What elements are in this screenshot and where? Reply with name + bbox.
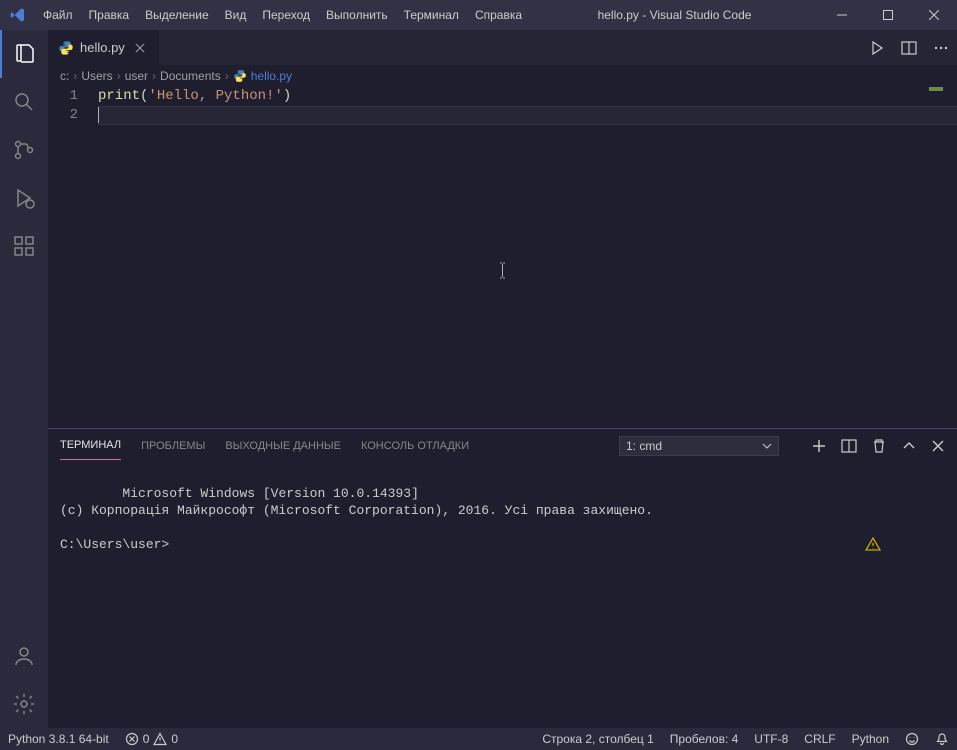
status-errors-count: 0 [143, 732, 150, 746]
run-file-icon[interactable] [869, 40, 885, 56]
status-problems[interactable]: 0 0 [117, 728, 186, 750]
menubar: Файл Правка Выделение Вид Переход Выполн… [35, 0, 530, 30]
window-title: hello.py - Visual Studio Code [530, 8, 819, 22]
vscode-logo-icon [0, 7, 35, 23]
minimap[interactable] [929, 87, 943, 91]
status-line-col[interactable]: Строка 2, столбец 1 [534, 728, 661, 750]
editor-tabs: hello.py [48, 30, 957, 65]
code-content[interactable]: print('Hello, Python!') [98, 87, 957, 428]
editor-area: hello.py c: › Users › [48, 30, 957, 728]
warning-icon[interactable] [865, 502, 943, 586]
text-cursor-icon [498, 262, 499, 279]
search-icon[interactable] [0, 78, 48, 126]
panel-tabs: ТЕРМИНАЛ ПРОБЛЕМЫ ВЫХОДНЫЕ ДАННЫЕ КОНСОЛ… [48, 429, 957, 462]
breadcrumbs[interactable]: c: › Users › user › Documents › hello.py [48, 65, 957, 87]
tab-hello-py[interactable]: hello.py [48, 30, 160, 65]
main: hello.py c: › Users › [0, 30, 957, 728]
settings-gear-icon[interactable] [0, 680, 48, 728]
editor-cursor [98, 107, 99, 123]
status-notifications-icon[interactable] [927, 728, 957, 750]
panel: ТЕРМИНАЛ ПРОБЛЕМЫ ВЫХОДНЫЕ ДАННЫЕ КОНСОЛ… [48, 428, 957, 728]
split-terminal-icon[interactable] [841, 438, 857, 454]
minimize-button[interactable] [819, 0, 865, 30]
statusbar: Python 3.8.1 64-bit 0 0 Строка 2, столбе… [0, 728, 957, 750]
terminal-selector[interactable]: 1: cmd [619, 436, 779, 456]
tab-label: hello.py [80, 40, 125, 55]
python-file-icon [58, 40, 74, 56]
more-actions-icon[interactable] [933, 40, 949, 56]
breadcrumb-part[interactable]: user [125, 69, 148, 83]
panel-tab-terminal[interactable]: ТЕРМИНАЛ [60, 431, 121, 460]
maximize-button[interactable] [865, 0, 911, 30]
menu-run[interactable]: Выполнить [318, 0, 396, 30]
breadcrumb-part[interactable]: c: [60, 69, 69, 83]
accounts-icon[interactable] [0, 632, 48, 680]
menu-file[interactable]: Файл [35, 0, 81, 30]
titlebar: Файл Правка Выделение Вид Переход Выполн… [0, 0, 957, 30]
menu-go[interactable]: Переход [254, 0, 318, 30]
activitybar [0, 30, 48, 728]
menu-selection[interactable]: Выделение [137, 0, 217, 30]
terminal-selector-label: 1: cmd [626, 439, 662, 453]
panel-tab-output[interactable]: ВЫХОДНЫЕ ДАННЫЕ [225, 432, 341, 460]
menu-view[interactable]: Вид [217, 0, 255, 30]
status-indent[interactable]: Пробелов: 4 [662, 728, 747, 750]
menu-edit[interactable]: Правка [81, 0, 138, 30]
error-icon [125, 732, 139, 746]
maximize-panel-icon[interactable] [901, 438, 917, 454]
split-editor-icon[interactable] [901, 40, 917, 56]
status-python-version[interactable]: Python 3.8.1 64-bit [0, 728, 117, 750]
chevron-right-icon: › [73, 69, 77, 83]
breadcrumb-part[interactable]: Users [81, 69, 112, 83]
extensions-icon[interactable] [0, 222, 48, 270]
status-feedback-icon[interactable] [897, 728, 927, 750]
close-button[interactable] [911, 0, 957, 30]
status-eol[interactable]: CRLF [796, 728, 843, 750]
chevron-down-icon [762, 441, 772, 451]
breadcrumb-part[interactable]: Documents [160, 69, 221, 83]
warning-icon [153, 732, 167, 746]
panel-tab-problems[interactable]: ПРОБЛЕМЫ [141, 432, 205, 460]
source-control-icon[interactable] [0, 126, 48, 174]
terminal-text: Microsoft Windows [Version 10.0.14393] (… [60, 486, 653, 552]
breadcrumb-file-label: hello.py [251, 69, 292, 83]
code-editor[interactable]: 1 2 print('Hello, Python!') [48, 87, 957, 428]
status-encoding[interactable]: UTF-8 [746, 728, 796, 750]
close-panel-icon[interactable] [931, 439, 945, 453]
line-numbers: 1 2 [48, 87, 98, 428]
tab-close-icon[interactable] [131, 39, 149, 57]
menu-help[interactable]: Справка [467, 0, 530, 30]
explorer-icon[interactable] [0, 30, 48, 78]
status-language[interactable]: Python [844, 728, 897, 750]
run-debug-icon[interactable] [0, 174, 48, 222]
chevron-right-icon: › [225, 69, 229, 83]
window-controls [819, 0, 957, 30]
panel-tab-debug[interactable]: КОНСОЛЬ ОТЛАДКИ [361, 432, 469, 460]
new-terminal-icon[interactable] [811, 438, 827, 454]
breadcrumb-file[interactable]: hello.py [233, 69, 292, 83]
status-warnings-count: 0 [171, 732, 178, 746]
chevron-right-icon: › [117, 69, 121, 83]
terminal-content[interactable]: Microsoft Windows [Version 10.0.14393] (… [48, 462, 957, 728]
chevron-right-icon: › [152, 69, 156, 83]
kill-terminal-icon[interactable] [871, 438, 887, 454]
menu-terminal[interactable]: Терминал [396, 0, 467, 30]
